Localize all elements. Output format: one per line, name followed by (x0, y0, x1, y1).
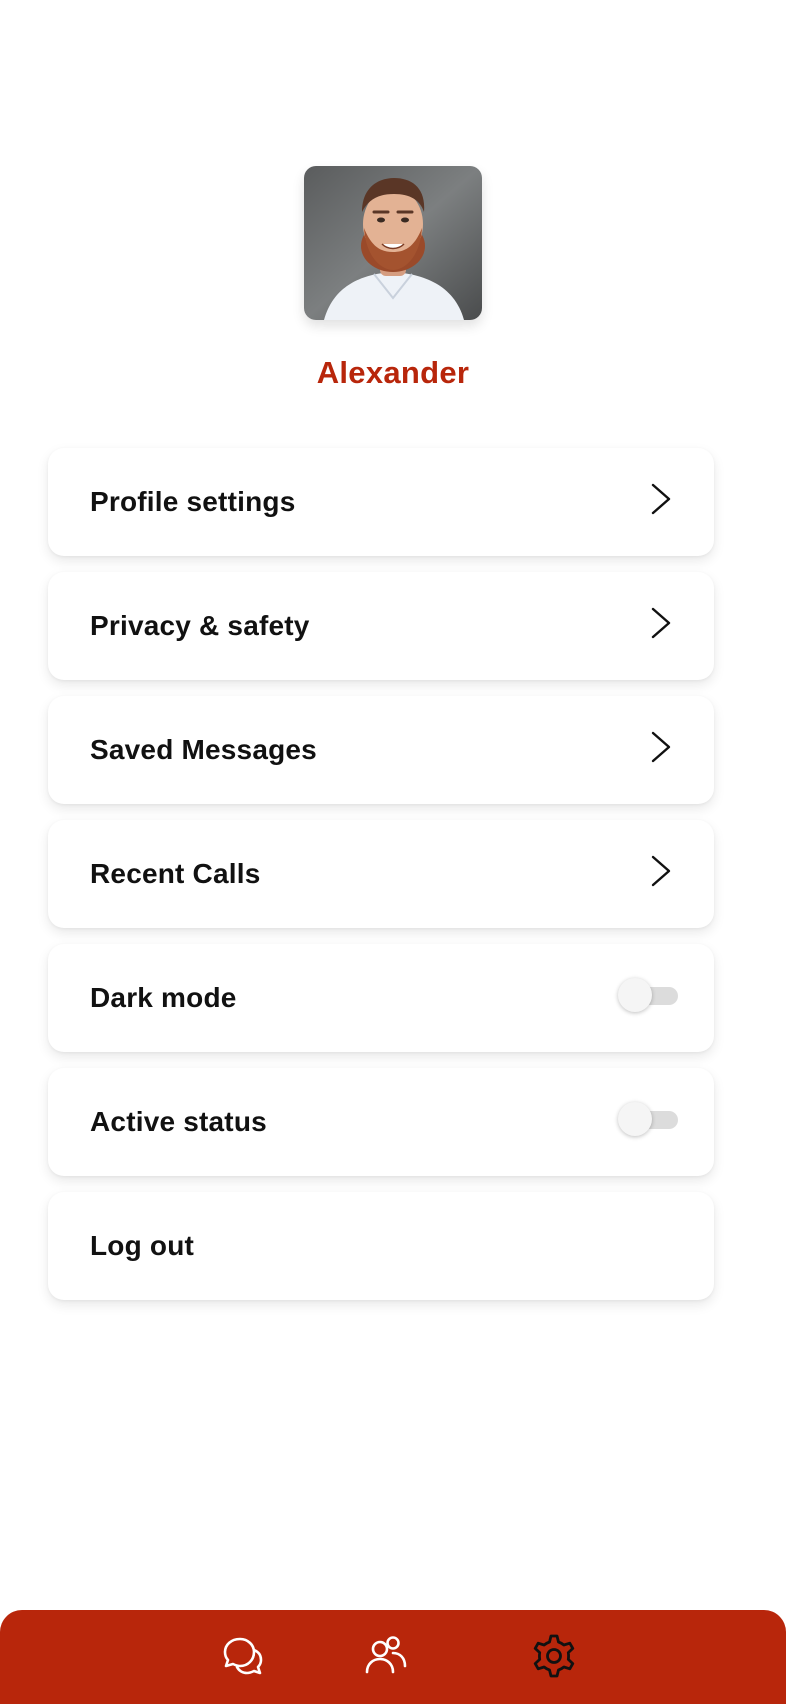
menu-item-label: Saved Messages (90, 734, 317, 765)
gear-icon (531, 1633, 577, 1679)
chats-icon (221, 1634, 265, 1678)
menu-item-label: Recent Calls (90, 858, 261, 889)
avatar[interactable] (304, 166, 482, 320)
active-status-toggle[interactable] (618, 1102, 680, 1138)
nav-settings[interactable] (526, 1628, 582, 1684)
menu-item-label: Privacy & safety (90, 610, 310, 641)
settings-screen: Alexander Profile settings Privacy & saf… (0, 0, 786, 1704)
chevron-right-icon (650, 854, 672, 888)
settings-menu: Profile settings Privacy & safety Saved … (48, 448, 714, 1316)
menu-item-saved-messages[interactable]: Saved Messages (48, 696, 714, 804)
chevron-right-icon (650, 606, 672, 640)
dark-mode-toggle[interactable] (618, 978, 680, 1014)
chevron-right-icon (650, 482, 672, 516)
menu-item-active-status: Active status (48, 1068, 714, 1176)
profile-name: Alexander (316, 355, 470, 390)
menu-item-privacy-safety[interactable]: Privacy & safety (48, 572, 714, 680)
chevron-right-icon (650, 730, 672, 764)
menu-item-label: Profile settings (90, 486, 296, 517)
bottom-nav (0, 1610, 786, 1704)
menu-item-recent-calls[interactable]: Recent Calls (48, 820, 714, 928)
contacts-icon (364, 1634, 408, 1678)
menu-item-label: Active status (90, 1106, 267, 1137)
menu-item-label: Log out (90, 1230, 195, 1261)
nav-contacts[interactable] (358, 1628, 414, 1684)
toggle-knob (618, 1102, 652, 1136)
avatar-photo (304, 166, 482, 320)
menu-item-dark-mode: Dark mode (48, 944, 714, 1052)
menu-item-label: Dark mode (90, 982, 237, 1013)
nav-chats[interactable] (215, 1628, 271, 1684)
toggle-knob (618, 978, 652, 1012)
menu-item-profile-settings[interactable]: Profile settings (48, 448, 714, 556)
menu-item-log-out[interactable]: Log out (48, 1192, 714, 1300)
